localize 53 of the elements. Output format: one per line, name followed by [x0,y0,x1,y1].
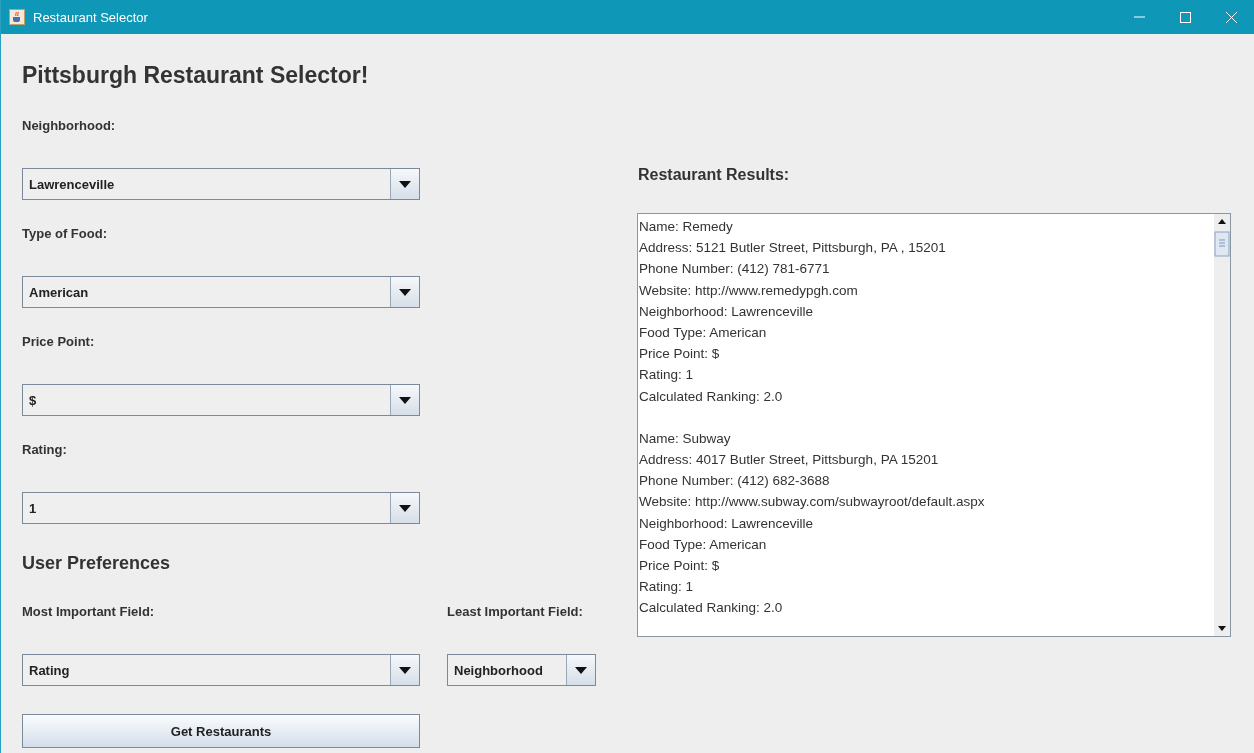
dropdown-arrow-button[interactable] [390,493,419,523]
dropdown-arrow-button[interactable] [390,385,419,415]
dropdown[interactable]: Rating [22,654,420,686]
results-text-area[interactable] [637,213,1231,637]
result-line: Website: http://www.subway.com/subwayroot/default.aspx [639,493,985,512]
dropdown[interactable]: $ [22,384,420,416]
result-line: Price Point: $ [639,345,720,364]
result-line: Calculated Ranking: 2.0 [639,599,783,618]
close-icon [1225,11,1237,23]
dropdown[interactable]: Neighborhood [447,654,596,686]
field-label: Price Point: [22,333,95,351]
field-label: Neighborhood: [22,117,116,135]
window-title: Restaurant Selector [33,9,149,25]
result-line: Neighborhood: Lawrenceville [639,514,814,533]
result-line: Food Type: American [639,535,767,554]
caret-icon [399,288,411,296]
result-line: Rating: 1 [639,578,694,597]
caret-icon [399,180,411,188]
dropdown-arrow-button[interactable] [566,655,595,685]
caret-icon [399,504,411,512]
dropdown-arrow-button[interactable] [390,277,419,307]
dropdown-arrow-button[interactable] [390,169,419,199]
section-heading: User Preferences [22,552,171,575]
result-line: Neighborhood: Lawrenceville [639,302,814,321]
result-line: Price Point: $ [639,557,720,575]
caret-icon [399,396,411,404]
result-line: Rating: 1 [639,366,694,385]
result-line: Phone Number: (412) 781-6771 [639,260,830,279]
dropdown[interactable]: Lawrenceville [22,168,420,200]
caret-icon [399,666,411,674]
dropdown[interactable]: American [22,276,420,308]
dropdown[interactable]: 1 [22,492,420,524]
coffee-cup-icon [9,9,25,25]
result-line: Name: Remedy [639,218,733,236]
vertical-scrollbar[interactable] [1214,214,1230,636]
caret-icon [575,666,587,674]
result-line: Calculated Ranking: 2.0 [639,387,783,406]
maximize-icon [1179,11,1191,23]
get-restaurants-button[interactable]: Get Restaurants [22,714,420,748]
result-line: Food Type: American [639,323,767,342]
field-label: Rating: [22,441,67,459]
dropdown-arrow-button[interactable] [390,655,419,685]
result-line: Website: http://www.remedypgh.com [639,281,858,300]
field-label: Least Important Field: [447,603,583,621]
result-line: Address: 4017 Butler Street, Pittsburgh, PA 15201 [639,451,939,470]
result-line: Address: 5121 Butler Street, Pittsburgh, PA , 15201 [639,239,946,258]
field-label: Type of Food: [22,225,107,243]
result-line: Name: Subway [639,429,731,448]
app-heading: Pittsburgh Restaurant Selector! [22,61,369,90]
results-heading: Restaurant Results: [638,165,790,185]
field-label: Most Important Field: [22,603,155,621]
minimize-icon [1133,16,1145,18]
result-line: Phone Number: (412) 682-3688 [639,472,830,491]
